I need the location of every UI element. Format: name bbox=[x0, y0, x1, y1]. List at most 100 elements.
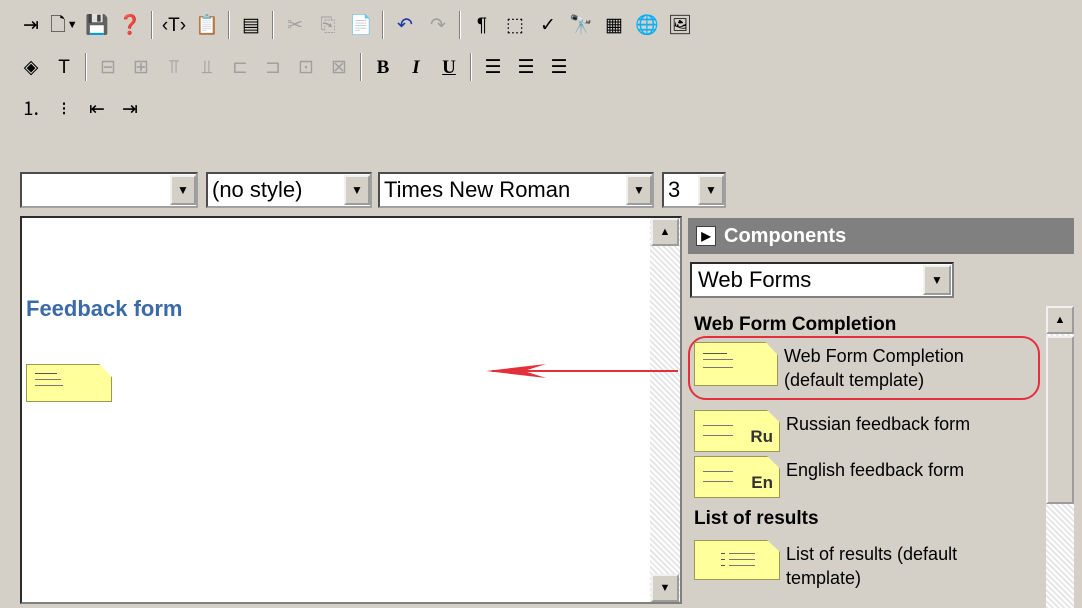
merge-cells-button[interactable]: ⊡ bbox=[291, 52, 321, 82]
group-heading-web-form: Web Form Completion bbox=[694, 314, 897, 335]
exit-button[interactable]: ⇥ bbox=[16, 10, 46, 40]
scroll-up-icon[interactable]: ▲ bbox=[1046, 306, 1074, 334]
editor-scrollbar[interactable]: ▲ ▼ bbox=[650, 218, 680, 602]
spell-check-icon: ✓ bbox=[540, 14, 556, 36]
component-item-russian-feedback[interactable]: Ru Russian feedback form bbox=[694, 410, 1046, 452]
components-panel-title: Components bbox=[724, 224, 847, 247]
inserted-component-block[interactable] bbox=[26, 364, 112, 402]
insert-column-after-button[interactable]: ⫫ bbox=[192, 52, 222, 82]
main-toolbar: ⇥ 🗋 ▼ 💾 ❓ ‹T› 📋 ▤ ✂ ⎘ 📄 ↶ ↷ ¶ ⬚ ✓ 🔭 ▦ 🌐 🖼 bbox=[16, 8, 698, 42]
components-panel-header[interactable]: ▶ Components bbox=[688, 218, 1074, 254]
new-document-button[interactable]: 🗋 ▼ bbox=[49, 10, 79, 40]
insert-row-before-button[interactable]: ⊟ bbox=[93, 52, 123, 82]
delete-column-icon: ⊐ bbox=[265, 56, 281, 78]
italic-button[interactable]: I bbox=[401, 52, 431, 82]
find-icon: 🔭 bbox=[569, 14, 593, 36]
paragraph-marks-button[interactable]: ¶ bbox=[467, 10, 497, 40]
spell-check-button[interactable]: ✓ bbox=[533, 10, 563, 40]
copy-icon: ⎘ bbox=[320, 14, 336, 36]
new-document-icon: 🗋 bbox=[50, 14, 66, 36]
indent-icon: ⇥ bbox=[122, 98, 138, 120]
editor-heading: Feedback form bbox=[26, 296, 183, 321]
source-view-button[interactable]: ▤ bbox=[236, 10, 266, 40]
panel-scrollbar[interactable]: ▲ bbox=[1046, 306, 1074, 608]
insert-table-icon: ▦ bbox=[605, 14, 623, 36]
italic-icon: I bbox=[412, 56, 420, 78]
toolbar-separator bbox=[228, 11, 230, 39]
chevron-down-icon[interactable]: ▼ bbox=[67, 19, 78, 31]
expand-triangle-icon[interactable]: ▶ bbox=[696, 226, 716, 246]
chevron-down-icon[interactable]: ▼ bbox=[170, 175, 196, 205]
text-color-icon: T bbox=[58, 56, 70, 78]
redo-icon: ↷ bbox=[430, 14, 446, 36]
underline-button[interactable]: U bbox=[434, 52, 464, 82]
chevron-down-icon[interactable]: ▼ bbox=[923, 265, 951, 295]
annotation-arrow bbox=[486, 364, 678, 378]
font-size-select[interactable]: 3 ▼ bbox=[662, 172, 726, 208]
table-format-toolbar: ◈ T ⊟ ⊞ ⫪ ⫫ ⊏ ⊐ ⊡ ⊠ B I U ☰ ☰ ☰ bbox=[16, 50, 577, 84]
align-center-button[interactable]: ☰ bbox=[511, 52, 541, 82]
save-button[interactable]: 💾 bbox=[82, 10, 112, 40]
help-button[interactable]: ❓ bbox=[115, 10, 145, 40]
web-link-button[interactable]: 🌐 bbox=[632, 10, 662, 40]
chevron-down-icon[interactable]: ▼ bbox=[698, 175, 724, 205]
chevron-down-icon[interactable]: ▼ bbox=[344, 175, 370, 205]
style-select[interactable]: (no style) ▼ bbox=[206, 172, 372, 208]
paragraph-marks-icon: ¶ bbox=[476, 14, 488, 36]
outdent-icon: ⇤ bbox=[89, 98, 105, 120]
split-cell-icon: ⊠ bbox=[331, 56, 347, 78]
font-select[interactable]: Times New Roman ▼ bbox=[378, 172, 654, 208]
find-button[interactable]: 🔭 bbox=[566, 10, 596, 40]
bulleted-list-button[interactable]: ⁝ bbox=[49, 94, 79, 124]
numbered-list-icon: ⒈ bbox=[21, 98, 41, 120]
show-borders-icon: ⬚ bbox=[506, 14, 524, 36]
insert-tag-button[interactable]: ‹T› bbox=[159, 10, 189, 40]
cut-icon: ✂ bbox=[287, 14, 303, 36]
split-cell-button[interactable]: ⊠ bbox=[324, 52, 354, 82]
undo-button[interactable]: ↶ bbox=[390, 10, 420, 40]
component-item-web-form-default[interactable]: Web Form Completion (default template) bbox=[694, 342, 1046, 392]
indent-button[interactable]: ⇥ bbox=[115, 94, 145, 124]
bold-button[interactable]: B bbox=[368, 52, 398, 82]
component-item-english-feedback[interactable]: En English feedback form bbox=[694, 456, 1046, 498]
delete-column-button[interactable]: ⊐ bbox=[258, 52, 288, 82]
toolbar-separator bbox=[272, 11, 274, 39]
paste-button[interactable]: 📄 bbox=[346, 10, 376, 40]
insert-row-after-button[interactable]: ⊞ bbox=[126, 52, 156, 82]
properties-button[interactable]: 📋 bbox=[192, 10, 222, 40]
toolbar-separator bbox=[470, 53, 472, 81]
list-toolbar: ⒈ ⁝ ⇤ ⇥ bbox=[16, 92, 148, 126]
english-form-icon: En bbox=[694, 456, 780, 498]
chevron-down-icon[interactable]: ▼ bbox=[626, 175, 652, 205]
scroll-up-icon[interactable]: ▲ bbox=[651, 218, 679, 246]
align-left-button[interactable]: ☰ bbox=[478, 52, 508, 82]
help-icon: ❓ bbox=[118, 14, 142, 36]
insert-column-before-button[interactable]: ⫪ bbox=[159, 52, 189, 82]
insert-table-button[interactable]: ▦ bbox=[599, 10, 629, 40]
editor-canvas[interactable]: Feedback form ▲ ▼ bbox=[20, 216, 682, 604]
insert-row-after-icon: ⊞ bbox=[133, 56, 149, 78]
align-left-icon: ☰ bbox=[484, 56, 502, 78]
insert-tag-icon: ‹T› bbox=[161, 14, 187, 36]
component-category-select[interactable]: Web Forms ▼ bbox=[690, 262, 954, 298]
component-item-list-results-default[interactable]: List of results (default template) bbox=[694, 540, 1046, 590]
block-format-select[interactable]: ▼ bbox=[20, 172, 198, 208]
delete-row-button[interactable]: ⊏ bbox=[225, 52, 255, 82]
text-color-button[interactable]: T bbox=[49, 52, 79, 82]
insert-image-button[interactable]: 🖼 bbox=[665, 10, 695, 40]
cut-button[interactable]: ✂ bbox=[280, 10, 310, 40]
copy-button[interactable]: ⎘ bbox=[313, 10, 343, 40]
font-size-value: 3 bbox=[668, 177, 681, 202]
scroll-down-icon[interactable]: ▼ bbox=[651, 574, 679, 602]
component-item-label: List of results (default template) bbox=[786, 544, 958, 588]
source-view-icon: ▤ bbox=[242, 14, 260, 36]
show-borders-button[interactable]: ⬚ bbox=[500, 10, 530, 40]
redo-button[interactable]: ↷ bbox=[423, 10, 453, 40]
scroll-thumb[interactable] bbox=[1046, 336, 1074, 504]
align-right-button[interactable]: ☰ bbox=[544, 52, 574, 82]
numbered-list-button[interactable]: ⒈ bbox=[16, 94, 46, 124]
background-color-icon: ◈ bbox=[23, 56, 39, 78]
outdent-button[interactable]: ⇤ bbox=[82, 94, 112, 124]
web-form-template-icon bbox=[694, 342, 778, 386]
background-color-button[interactable]: ◈ bbox=[16, 52, 46, 82]
